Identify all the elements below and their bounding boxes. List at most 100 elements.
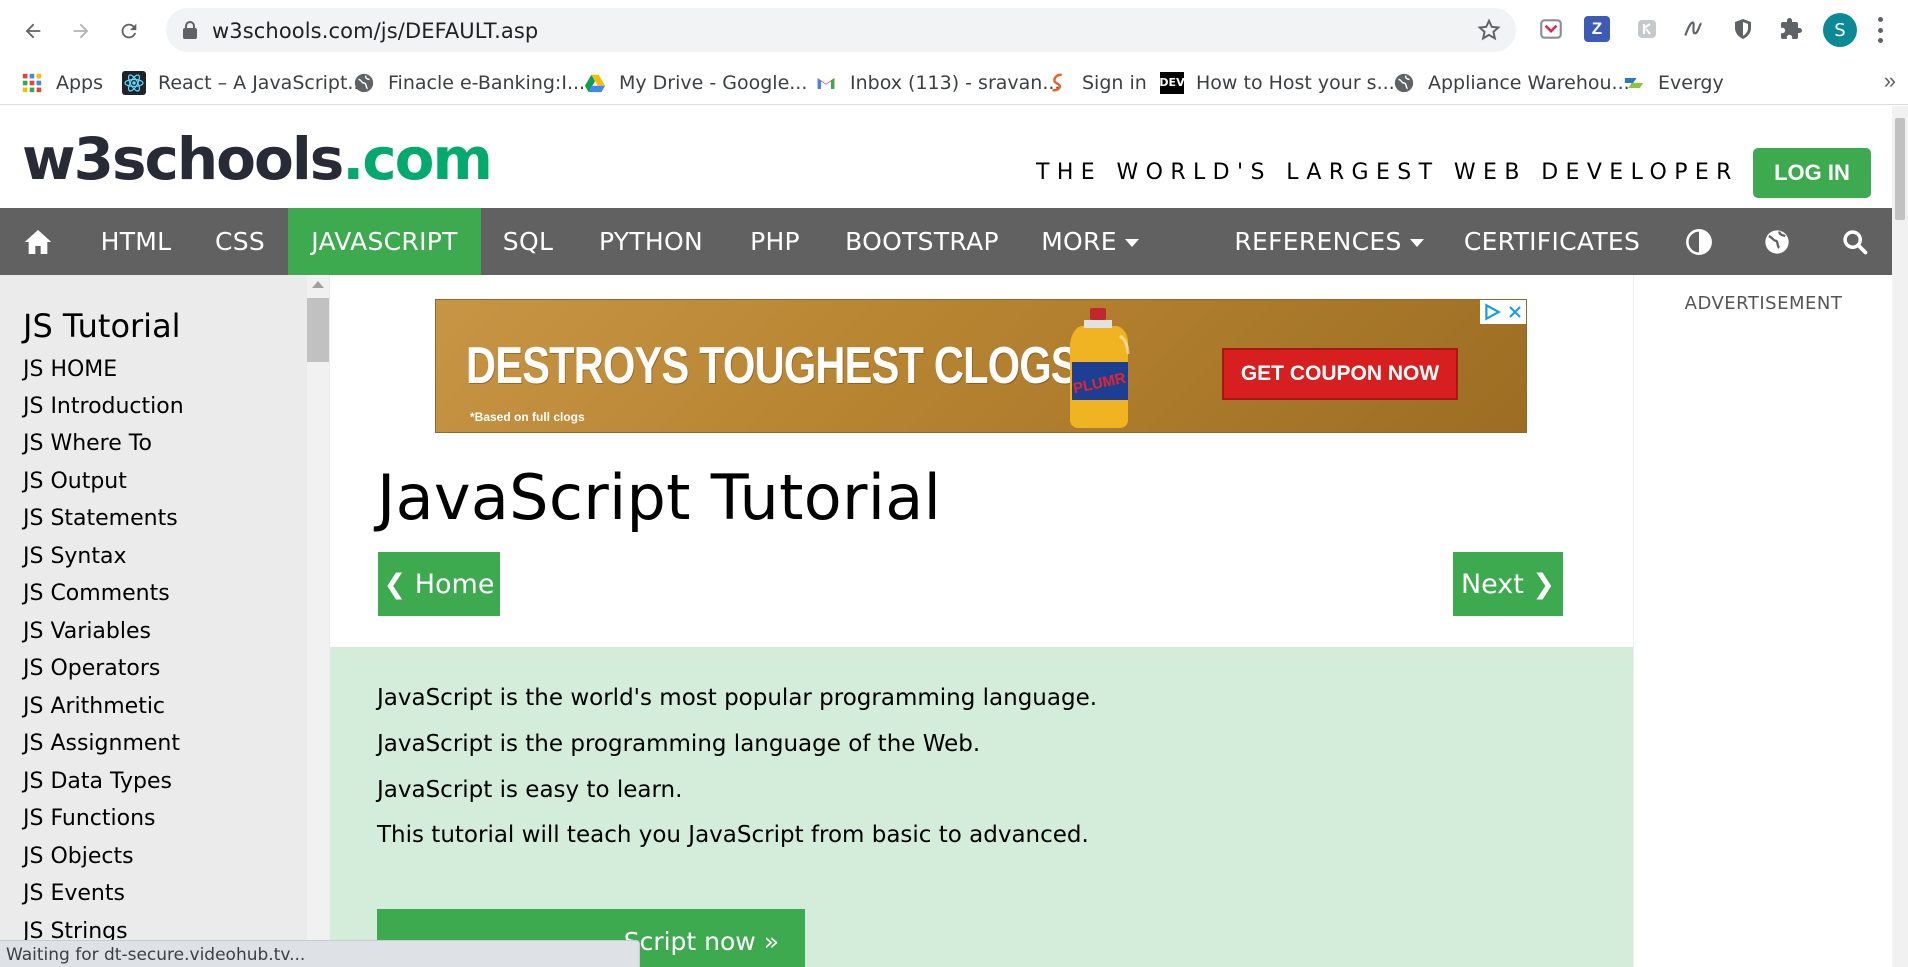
nav-php[interactable]: PHP bbox=[737, 208, 813, 275]
page-scroll-thumb[interactable] bbox=[1895, 118, 1905, 220]
intro-paragraph-3: JavaScript is easy to learn. bbox=[377, 777, 683, 803]
address-bar[interactable]: w3schools.com/js/DEFAULT.asp bbox=[166, 8, 1516, 52]
close-ad-icon[interactable] bbox=[1507, 304, 1523, 320]
bookmark-evergy[interactable]: Evergy bbox=[1622, 60, 1724, 105]
nav-certificates[interactable]: CERTIFICATES bbox=[1462, 208, 1642, 275]
ad-get-coupon-button[interactable]: GET COUPON NOW bbox=[1222, 348, 1458, 400]
bookmark-label: My Drive - Google... bbox=[619, 71, 808, 94]
drain-cleaner-bottle-icon: PLUMR bbox=[1070, 308, 1130, 428]
bookmark-label: Sign in bbox=[1082, 71, 1147, 94]
bookmark-dev[interactable]: DEV How to Host your s... bbox=[1159, 60, 1395, 105]
right-ad-column: ADVERTISEMENT bbox=[1633, 275, 1892, 967]
bookmark-google-drive[interactable]: My Drive - Google... bbox=[583, 60, 807, 105]
nav-references-label: REFERENCES bbox=[1234, 227, 1402, 256]
nav-bootstrap[interactable]: BOOTSTRAP bbox=[836, 208, 1008, 275]
dev-icon: DEV bbox=[1159, 71, 1185, 94]
sidebar-item-js-data-types[interactable]: JS Data Types bbox=[23, 769, 172, 794]
search-icon bbox=[1843, 229, 1868, 254]
sidebar-item-js-introduction[interactable]: JS Introduction bbox=[23, 394, 184, 419]
next-button[interactable]: Next ❯ bbox=[1453, 552, 1563, 616]
sidebar-item-js-arithmetic[interactable]: JS Arithmetic bbox=[23, 694, 165, 719]
bookmark-star-icon[interactable] bbox=[1476, 17, 1502, 43]
sidebar-item-js-events[interactable]: JS Events bbox=[23, 881, 125, 906]
nav-javascript[interactable]: JAVASCRIPT bbox=[288, 208, 481, 275]
nav-sql[interactable]: SQL bbox=[490, 208, 566, 275]
nav-references[interactable]: REFERENCES bbox=[1232, 208, 1426, 275]
bookmark-finacle[interactable]: Finacle e-Banking:I... bbox=[352, 60, 585, 105]
sidebar-item-js-comments[interactable]: JS Comments bbox=[23, 581, 170, 606]
sidebar-item-js-syntax[interactable]: JS Syntax bbox=[23, 544, 127, 569]
sidebar-item-js-home[interactable]: JS HOME bbox=[23, 357, 117, 382]
react-icon bbox=[122, 70, 146, 95]
extensions-puzzle-icon[interactable] bbox=[1776, 14, 1806, 44]
globe-icon bbox=[1392, 71, 1416, 95]
sidebar-scroll-thumb[interactable] bbox=[307, 298, 329, 362]
nav-python[interactable]: PYTHON bbox=[588, 208, 714, 275]
more-bookmarks-button[interactable]: » bbox=[1884, 68, 1896, 94]
bookmarks-bar: Apps React – A JavaScript... Finacle e-B… bbox=[0, 60, 1908, 105]
logo-main-text: w3schools bbox=[22, 125, 344, 193]
ad-fineprint: *Based on full clogs bbox=[470, 410, 585, 424]
bookmark-apps[interactable]: Apps bbox=[20, 60, 103, 105]
handwriting-extension-icon[interactable] bbox=[1680, 14, 1710, 44]
logo-tld-text: .com bbox=[342, 125, 493, 193]
sidebar-item-js-variables[interactable]: JS Variables bbox=[23, 619, 151, 644]
sign-in-icon bbox=[1046, 71, 1070, 95]
forward-button[interactable] bbox=[64, 14, 98, 48]
url-text: w3schools.com/js/DEFAULT.asp bbox=[212, 19, 539, 43]
nav-html[interactable]: HTML bbox=[82, 208, 190, 275]
sidebar-item-js-assignment[interactable]: JS Assignment bbox=[23, 731, 180, 756]
sidebar: JS Tutorial JS HOME JS Introduction JS W… bbox=[0, 275, 330, 967]
bookmark-label: Apps bbox=[56, 71, 104, 94]
w3schools-logo[interactable]: w3schools.com bbox=[22, 130, 493, 188]
sidebar-scrollbar[interactable] bbox=[307, 275, 329, 967]
sidebar-item-js-where-to[interactable]: JS Where To bbox=[23, 431, 152, 456]
browser-toolbar: w3schools.com/js/DEFAULT.asp Z S bbox=[0, 0, 1908, 60]
zotero-extension-icon[interactable]: Z bbox=[1584, 16, 1610, 42]
adchoices-icon[interactable] bbox=[1483, 303, 1501, 321]
sidebar-item-js-functions[interactable]: JS Functions bbox=[23, 806, 155, 831]
pocket-extension-icon[interactable] bbox=[1536, 14, 1566, 44]
advertisement-banner[interactable]: DESTROYS TOUGHEST CLOGS* *Based on full … bbox=[435, 299, 1527, 433]
theme-toggle-button[interactable] bbox=[1670, 208, 1728, 275]
reload-button[interactable] bbox=[112, 14, 146, 48]
bookmark-label: React – A JavaScript... bbox=[158, 71, 366, 94]
profile-avatar[interactable]: S bbox=[1823, 13, 1857, 47]
intro-paragraph-1: JavaScript is the world's most popular p… bbox=[377, 685, 1098, 711]
login-button[interactable]: LOG IN bbox=[1753, 148, 1871, 198]
site-header: w3schools.com THE WORLD'S LARGEST WEB DE… bbox=[0, 106, 1892, 208]
search-button[interactable] bbox=[1826, 208, 1884, 275]
page-scrollbar[interactable] bbox=[1892, 106, 1908, 967]
contrast-icon bbox=[1686, 228, 1712, 255]
bookmark-appliance-warehouse[interactable]: Appliance Warehou... bbox=[1392, 60, 1630, 105]
home-prev-button[interactable]: ❮ Home bbox=[378, 552, 500, 616]
bookmark-label: Evergy bbox=[1658, 71, 1724, 94]
ad-choices[interactable] bbox=[1480, 300, 1526, 324]
nav-more-label: MORE bbox=[1041, 227, 1117, 256]
extension-puzzle-gray-icon[interactable] bbox=[1632, 14, 1662, 44]
sidebar-item-js-statements[interactable]: JS Statements bbox=[23, 506, 178, 531]
lock-icon bbox=[183, 21, 197, 39]
home-nav-button[interactable] bbox=[0, 208, 76, 275]
bookmark-label: Inbox (113) - sravan... bbox=[850, 71, 1061, 94]
scroll-up-arrow-icon[interactable] bbox=[312, 281, 324, 288]
intro-panel: JavaScript is the world's most popular p… bbox=[330, 647, 1633, 967]
reload-icon bbox=[121, 23, 137, 39]
bookmark-sign-in[interactable]: Sign in bbox=[1046, 60, 1147, 105]
sidebar-item-js-objects[interactable]: JS Objects bbox=[23, 844, 134, 869]
sidebar-title: JS Tutorial bbox=[23, 307, 181, 345]
sidebar-item-js-operators[interactable]: JS Operators bbox=[23, 656, 160, 681]
sidebar-item-js-output[interactable]: JS Output bbox=[23, 469, 127, 494]
bookmark-gmail[interactable]: Inbox (113) - sravan... bbox=[814, 60, 1060, 105]
bookmark-react[interactable]: React – A JavaScript... bbox=[122, 60, 366, 105]
ad-headline: DESTROYS TOUGHEST CLOGS* bbox=[466, 336, 1084, 396]
google-drive-icon bbox=[583, 71, 607, 95]
browser-menu-icon[interactable] bbox=[1875, 17, 1885, 43]
nav-more[interactable]: MORE bbox=[1030, 208, 1150, 275]
nav-css[interactable]: CSS bbox=[196, 208, 284, 275]
translate-button[interactable] bbox=[1748, 208, 1806, 275]
page-title: JavaScript Tutorial bbox=[377, 461, 942, 534]
shield-extension-icon[interactable] bbox=[1728, 14, 1758, 44]
back-button[interactable] bbox=[16, 14, 50, 48]
arrow-right-icon bbox=[73, 23, 89, 39]
